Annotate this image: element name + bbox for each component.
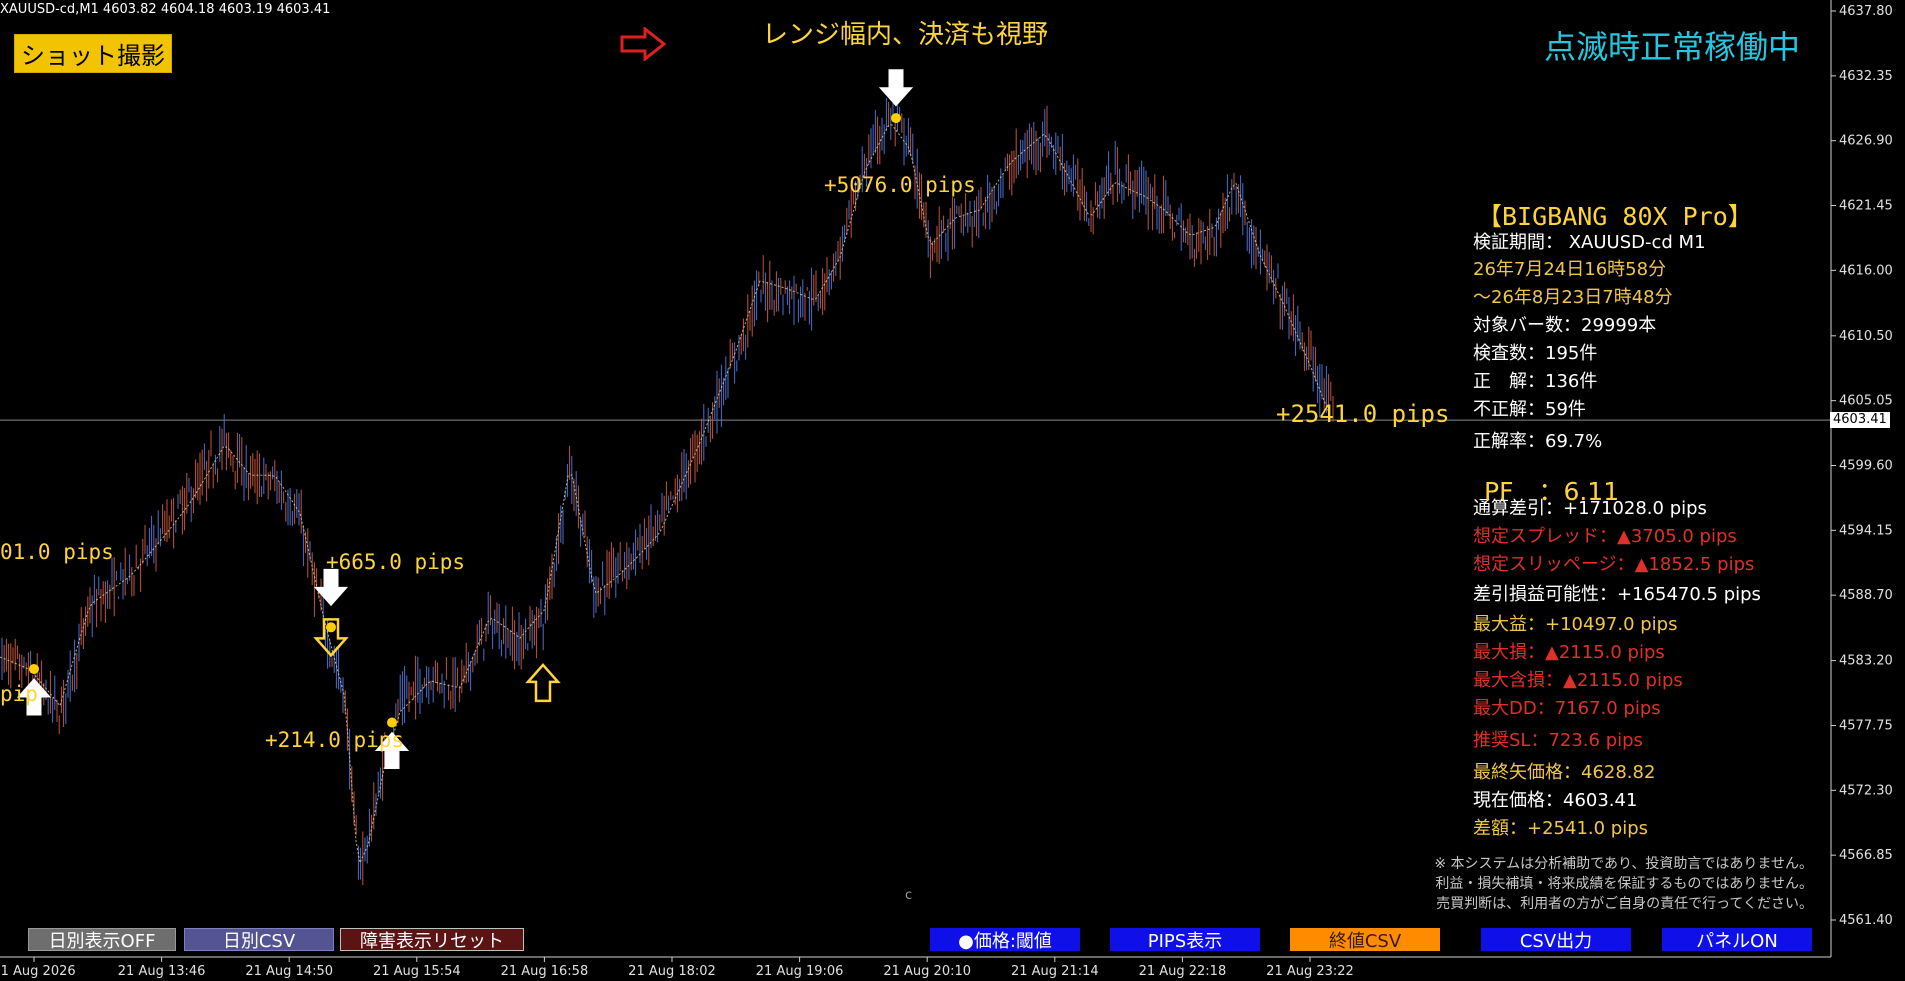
y-tick-label: 4577.75 <box>1839 718 1893 733</box>
pips-label: pip <box>0 682 38 706</box>
y-tick-label: 4583.20 <box>1839 654 1893 669</box>
panel-line: 検査数：195件 <box>1473 343 1598 364</box>
profit-factor: PF ：6.11 <box>1484 477 1620 506</box>
panel-line: 想定スプレッド：▲3705.0 pips <box>1473 526 1737 547</box>
y-tick-label: 4572.30 <box>1839 783 1893 798</box>
panel-on-button[interactable]: パネルON <box>1662 928 1812 952</box>
signal-dot <box>387 717 397 728</box>
daily-csv-button[interactable]: 日別CSV <box>184 928 334 952</box>
y-tick-label: 4599.60 <box>1839 459 1893 474</box>
panel-line: 不正解：59件 <box>1473 399 1586 420</box>
y-tick-label: 4561.40 <box>1839 913 1893 928</box>
panel-line: 差額：+2541.0 pips <box>1473 818 1649 839</box>
x-tick-label: 21 Aug 19:06 <box>756 964 844 979</box>
disclaimer-line-1: ※ 本システムは分析補助であり、投資助言ではありません。 <box>1434 856 1813 872</box>
y-tick-label: 4637.80 <box>1839 4 1893 19</box>
buy-outline-arrow-icon <box>525 663 561 703</box>
panel-line: 26年7月24日16時58分 <box>1473 259 1667 280</box>
panel-line: 対象バー数：29999本 <box>1473 315 1657 336</box>
panel-line: ～26年8月23日7時48分 <box>1473 287 1673 308</box>
y-tick-label: 4566.85 <box>1839 848 1893 863</box>
panel-line: 最終矢価格：4628.82 <box>1473 762 1656 783</box>
range-note: レンジ幅内、決済も視野 <box>762 20 1049 50</box>
current-price-tag: 4603.41 <box>1830 412 1890 429</box>
chart-marker: c <box>905 888 913 903</box>
y-tick-label: 4594.15 <box>1839 523 1893 538</box>
x-tick-label: 21 Aug 15:54 <box>373 964 461 979</box>
x-tick-label: 21 Aug 13:46 <box>118 964 206 979</box>
disclaimer-line-3: 売買判断は、利用者の方がご自身の責任で行ってください。 <box>1436 896 1813 912</box>
close-price-csv-button[interactable]: 終値CSV <box>1290 928 1440 952</box>
pips-label: 01.0 pips <box>0 540 114 564</box>
x-tick-label: 21 Aug 23:22 <box>1266 964 1354 979</box>
right-arrow-icon <box>620 27 667 61</box>
panel-line: 推奨SL：723.6 pips <box>1473 730 1643 751</box>
status-indicator: 点滅時正常稼働中 <box>1544 28 1801 66</box>
panel-line: 最大損：▲2115.0 pips <box>1473 642 1665 663</box>
fault-display-reset-button[interactable]: 障害表示リセット <box>340 928 524 952</box>
y-tick-label: 4605.05 <box>1839 394 1893 409</box>
y-tick-label: 4610.50 <box>1839 329 1893 344</box>
signal-dot <box>891 113 901 124</box>
panel-line: 想定スリッページ：▲1852.5 pips <box>1473 554 1755 575</box>
y-tick-label: 4632.35 <box>1839 69 1893 84</box>
chart-header: XAUUSD-cd,M1 4603.82 4604.18 4603.19 460… <box>0 2 331 17</box>
y-tick-label: 4626.90 <box>1839 134 1893 149</box>
signal-dot <box>326 622 336 633</box>
panel-line: 最大DD：7167.0 pips <box>1473 698 1661 719</box>
panel-line: 最大含損：▲2115.0 pips <box>1473 670 1683 691</box>
x-tick-label: 21 Aug 21:14 <box>1011 964 1099 979</box>
sell-arrow-icon <box>878 69 914 107</box>
y-tick-label: 4588.70 <box>1839 588 1893 603</box>
pips-label: +665.0 pips <box>326 550 466 574</box>
x-tick-label: 21 Aug 18:02 <box>628 964 716 979</box>
panel-line: 検証期間： XAUUSD-cd M1 <box>1473 232 1706 253</box>
panel-line: 最大益：+10497.0 pips <box>1473 614 1678 635</box>
pips-label: +214.0 pips <box>265 728 405 752</box>
x-tick-label: 21 Aug 2026 <box>0 964 76 979</box>
screenshot-button[interactable]: ショット撮影 <box>14 34 172 73</box>
y-tick-label: 4621.45 <box>1839 199 1893 214</box>
pips-display-button[interactable]: PIPS表示 <box>1110 928 1260 952</box>
x-tick-label: 21 Aug 16:58 <box>501 964 589 979</box>
panel-line: 正 解：136件 <box>1473 371 1598 392</box>
pips-label: +5076.0 pips <box>824 173 976 197</box>
csv-output-button[interactable]: CSV出力 <box>1481 928 1631 952</box>
panel-line: 正解率：69.7% <box>1473 431 1603 452</box>
x-tick-label: 21 Aug 22:18 <box>1139 964 1227 979</box>
x-tick-label: 21 Aug 14:50 <box>245 964 333 979</box>
price-threshold-button[interactable]: ●価格:閾値 <box>930 928 1080 952</box>
x-tick-label: 21 Aug 20:10 <box>883 964 971 979</box>
y-tick-label: 4616.00 <box>1839 263 1893 278</box>
panel-line: 差引損益可能性：+165470.5 pips <box>1473 584 1761 605</box>
daily-display-off-button[interactable]: 日別表示OFF <box>28 928 176 952</box>
pips-label: +2541.0 pips <box>1276 400 1450 428</box>
panel-line: 現在価格：4603.41 <box>1473 790 1638 811</box>
signal-dot <box>29 663 39 674</box>
disclaimer-line-2: 利益・損失補填・将来成績を保証するものではありません。 <box>1435 876 1813 892</box>
